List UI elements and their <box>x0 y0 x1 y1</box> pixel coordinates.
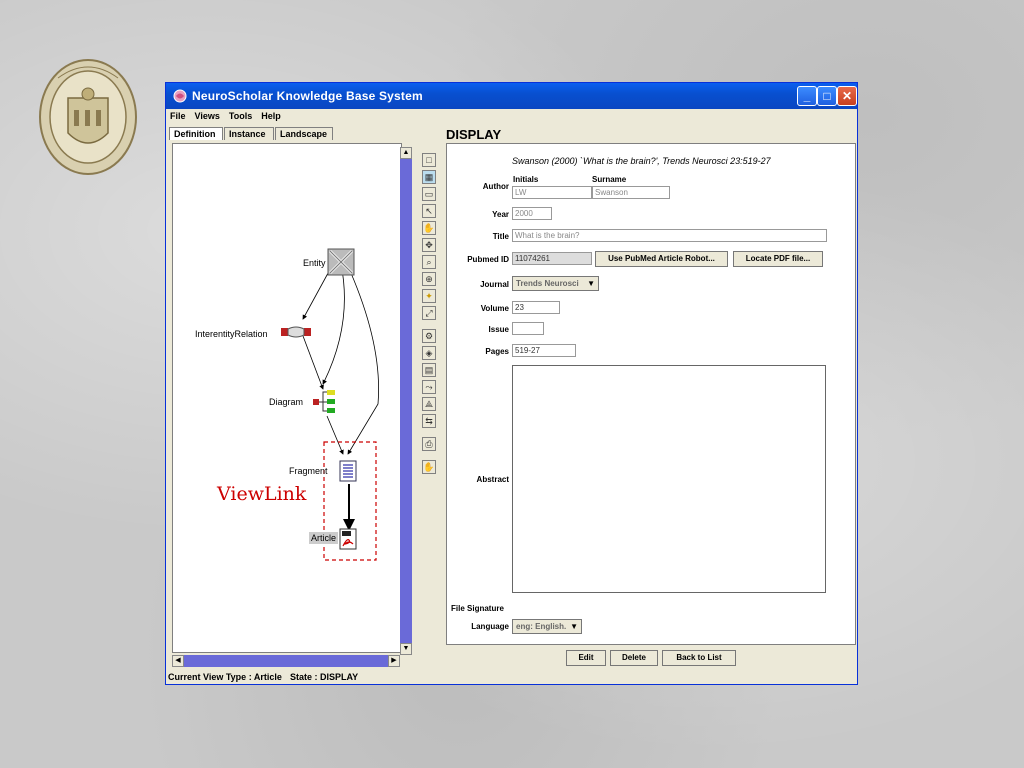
maximize-icon: □ <box>823 89 831 103</box>
citation-text: Swanson (2000) `What is the brain?', Tre… <box>512 156 771 166</box>
journal-value: Trends Neurosci <box>516 279 579 288</box>
diagram-horizontal-scrollbar[interactable]: ◀ ▶ <box>172 655 400 667</box>
chevron-down-icon: ▼ <box>587 279 595 288</box>
zoom-fit-tool-icon[interactable]: ⤢ <box>422 306 436 320</box>
journal-label: Journal <box>480 280 509 289</box>
display-heading: DISPLAY <box>446 127 502 142</box>
close-icon: ✕ <box>841 89 853 103</box>
abstract-label: Abstract <box>476 475 509 484</box>
pages-label: Pages <box>485 347 509 356</box>
settings-tool-icon[interactable]: ⚙ <box>422 329 436 343</box>
scroll-down-icon[interactable]: ▼ <box>400 643 412 655</box>
maximize-button[interactable]: □ <box>817 86 837 106</box>
pubmed-label: Pubmed ID <box>467 255 509 264</box>
tree-tool-icon[interactable]: ⟁ <box>422 397 436 411</box>
delete-button[interactable]: Delete <box>610 650 658 666</box>
locate-pdf-button[interactable]: Locate PDF file... <box>733 251 823 267</box>
menu-views[interactable]: Views <box>195 109 220 121</box>
file-signature-label: File Signature <box>451 604 504 613</box>
scroll-up-icon[interactable]: ▲ <box>400 147 412 159</box>
link-tool-icon[interactable]: ⤳ <box>422 380 436 394</box>
scroll-right-icon[interactable]: ▶ <box>388 655 400 667</box>
title-bar[interactable]: NeuroScholar Knowledge Base System _ □ ✕ <box>166 83 857 109</box>
journal-select[interactable]: Trends Neurosci ▼ <box>512 276 599 291</box>
frame-tool-icon[interactable]: ▭ <box>422 187 436 201</box>
title-field[interactable]: What is the brain? <box>512 229 827 242</box>
rectangle-tool-icon[interactable]: □ <box>422 153 436 167</box>
zoom-tool-icon[interactable]: ⌕ <box>422 255 436 269</box>
volume-field[interactable]: 23 <box>512 301 560 314</box>
preview-tool-icon[interactable]: ⎙ <box>422 437 436 451</box>
entity-icon[interactable] <box>327 248 355 276</box>
edit-button[interactable]: Edit <box>566 650 606 666</box>
tab-landscape[interactable]: Landscape <box>275 127 333 140</box>
menu-help[interactable]: Help <box>261 109 281 121</box>
node-entity-label: Entity <box>303 258 326 268</box>
node-article-label: Article <box>309 532 339 544</box>
minimize-button[interactable]: _ <box>797 86 817 106</box>
hierarchy-icon[interactable] <box>311 389 337 415</box>
diagram-canvas[interactable]: Entity InterentityRelation Diagram Fragm… <box>172 143 402 653</box>
language-label: Language <box>471 622 509 631</box>
connect-tool-icon[interactable]: ⇆ <box>422 414 436 428</box>
move-tool-icon[interactable]: ✥ <box>422 238 436 252</box>
status-view-type: Current View Type : Article <box>168 672 282 682</box>
handshake-icon[interactable] <box>281 325 311 339</box>
app-window: NeuroScholar Knowledge Base System _ □ ✕… <box>165 82 858 685</box>
pointer-tool-icon[interactable]: ↖ <box>422 204 436 218</box>
back-to-list-button[interactable]: Back to List <box>662 650 736 666</box>
tab-instance[interactable]: Instance <box>224 127 274 140</box>
minimize-icon: _ <box>803 89 811 103</box>
document-icon[interactable] <box>339 460 357 482</box>
node-diagram-label: Diagram <box>269 397 304 407</box>
menu-bar: File Views Tools Help <box>166 109 857 124</box>
zoom-in-tool-icon[interactable]: ⊕ <box>422 272 436 286</box>
window-title: NeuroScholar Knowledge Base System <box>192 89 423 103</box>
node-fragment-label: Fragment <box>289 466 328 476</box>
language-select[interactable]: eng: English. ▼ <box>512 619 582 634</box>
menu-tools[interactable]: Tools <box>229 109 252 121</box>
status-state: State : DISPLAY <box>290 672 359 682</box>
pan-tool-icon[interactable]: ✋ <box>422 460 436 474</box>
app-icon <box>173 89 187 103</box>
pubmed-field[interactable]: 11074261 <box>512 252 592 265</box>
diagram-vertical-scrollbar[interactable]: ▲ ▼ <box>400 147 412 655</box>
surname-field[interactable]: Swanson <box>592 186 670 199</box>
grid-tool-icon[interactable]: ▦ <box>422 170 436 184</box>
display-panel: Swanson (2000) `What is the brain?', Tre… <box>446 143 856 645</box>
pubmed-robot-button[interactable]: Use PubMed Article Robot... <box>595 251 728 267</box>
title-label: Title <box>492 232 509 241</box>
tab-definition[interactable]: Definition <box>169 127 223 140</box>
layout-tool-icon[interactable]: ▤ <box>422 363 436 377</box>
action-bar: Edit Delete Back to List <box>446 646 856 668</box>
initials-label: Initials <box>513 175 539 184</box>
scroll-left-icon[interactable]: ◀ <box>172 655 184 667</box>
surname-label: Surname <box>592 175 627 184</box>
university-seal-logo <box>39 59 137 175</box>
chevron-down-icon: ▼ <box>570 622 578 631</box>
layer-tool-icon[interactable]: ◈ <box>422 346 436 360</box>
volume-label: Volume <box>480 304 509 313</box>
year-field[interactable]: 2000 <box>512 207 552 220</box>
pdf-icon[interactable] <box>339 528 357 550</box>
issue-label: Issue <box>488 325 509 334</box>
author-label: Author <box>482 182 509 191</box>
menu-file[interactable]: File <box>170 109 186 121</box>
year-label: Year <box>492 210 509 219</box>
language-value: eng: English. <box>516 622 567 631</box>
issue-field[interactable] <box>512 322 544 335</box>
abstract-textarea[interactable] <box>512 365 826 593</box>
node-interentity-label: InterentityRelation <box>195 329 268 339</box>
star-tool-icon[interactable]: ✦ <box>422 289 436 303</box>
close-button[interactable]: ✕ <box>837 86 857 106</box>
hand-tool-icon[interactable]: ✋ <box>422 221 436 235</box>
viewlink-annotation: ViewLink <box>217 483 307 505</box>
initials-field[interactable]: LW <box>512 186 592 199</box>
pages-field[interactable]: 519-27 <box>512 344 576 357</box>
